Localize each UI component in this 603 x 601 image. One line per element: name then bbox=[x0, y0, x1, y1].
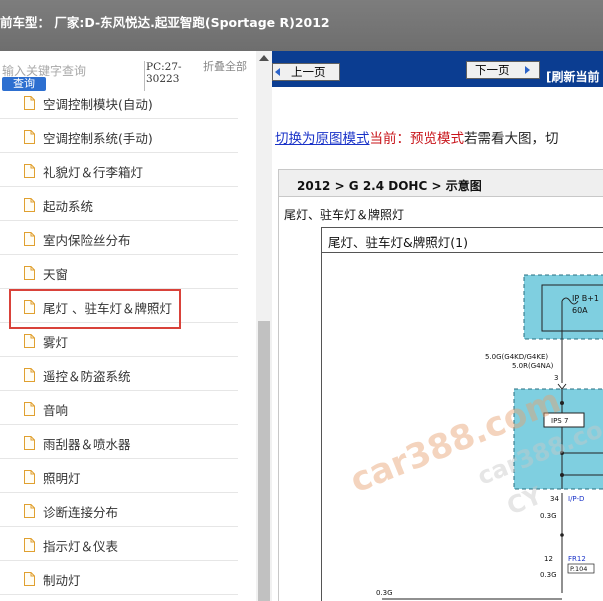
document-icon bbox=[24, 401, 35, 416]
sidebar-item-label: 遥控＆防盗系统 bbox=[43, 369, 131, 384]
document-icon bbox=[24, 129, 35, 144]
document-icon bbox=[24, 163, 35, 178]
sidebar-item[interactable]: 雨刮器＆喷水器 bbox=[0, 425, 238, 459]
wire-label-4: 0.3G bbox=[540, 571, 557, 579]
content-pane: 上一页 下一页 [刷新当前 切换为原图模式当前：预览模式若需看大图，切 2012… bbox=[272, 51, 603, 601]
document-icon bbox=[24, 571, 35, 586]
sidebar-item[interactable]: 起动系统 bbox=[0, 187, 238, 221]
sidebar-item[interactable]: 遥控＆防盗系统 bbox=[0, 357, 238, 391]
divider bbox=[144, 61, 145, 91]
document-icon bbox=[24, 537, 35, 552]
sidebar-item-label: 天窗 bbox=[43, 267, 69, 282]
document-frame: 2012 > G 2.4 DOHC > 示意图 尾灯、驻车灯＆牌照灯 尾灯、驻车… bbox=[278, 169, 603, 601]
breadcrumb: 2012 > G 2.4 DOHC > 示意图 bbox=[279, 170, 603, 197]
sidebar-item[interactable]: 空调控制模块(自动) bbox=[0, 93, 238, 119]
page-nav-bar: 上一页 下一页 [刷新当前 bbox=[272, 51, 603, 87]
sidebar-item-label: 室内保险丝分布 bbox=[43, 233, 131, 248]
sidebar-item-label: 起动系统 bbox=[43, 199, 94, 214]
selected-item-highlight bbox=[9, 289, 181, 329]
arrow-right-icon bbox=[525, 66, 530, 74]
sidebar-item[interactable]: 天窗 bbox=[0, 255, 238, 289]
sidebar-item[interactable]: 礼貌灯＆行李箱灯 bbox=[0, 153, 238, 187]
sidebar-item-label: 诊断连接分布 bbox=[43, 505, 119, 520]
wire-label-1: 5.0G(G4KD/G4KE) bbox=[485, 353, 548, 361]
diagram-title: 尾灯、驻车灯&牌照灯(1) bbox=[328, 235, 468, 250]
pin-3: 3 bbox=[554, 374, 558, 382]
sidebar-list: 空调控制模块(自动) 空调控制系统(手动) 礼貌灯＆行李箱灯 起动系统室内保险丝分布天… bbox=[0, 93, 256, 601]
title-bar: 前车型： 厂家:D-东风悦达.起亚智跑(Sportage R)2012 bbox=[0, 0, 603, 51]
diagram-header: 尾灯、驻车灯&牌照灯(1) bbox=[322, 228, 603, 253]
current-mode-text: 当前：预览模式 bbox=[369, 131, 465, 147]
document-icon bbox=[24, 197, 35, 212]
sidebar-item-label: 指示灯＆仪表 bbox=[43, 539, 119, 554]
fuse-rating: 60A bbox=[572, 306, 588, 315]
document-icon bbox=[24, 95, 35, 110]
sidebar-item-label: 雾灯 bbox=[43, 335, 69, 350]
prev-page-button[interactable]: 上一页 bbox=[272, 63, 340, 81]
divider bbox=[0, 594, 238, 595]
connector-ipd: I/P-D bbox=[568, 495, 584, 503]
sidebar-item-label: 空调控制系统(手动) bbox=[43, 131, 153, 146]
sidebar-item[interactable]: 诊断连接分布 bbox=[0, 493, 238, 527]
query-button[interactable]: 查询 bbox=[2, 77, 46, 91]
document-icon bbox=[24, 231, 35, 246]
junction-dot bbox=[560, 533, 564, 537]
next-page-button[interactable]: 下一页 bbox=[466, 61, 540, 79]
pin-34: 34 bbox=[550, 495, 559, 503]
wire-label-5: 0.3G bbox=[376, 589, 393, 597]
document-icon bbox=[24, 333, 35, 348]
mode-line: 切换为原图模式当前：预览模式若需看大图，切 bbox=[275, 127, 559, 147]
mode-hint: 若需看大图，切 bbox=[464, 131, 559, 147]
document-icon bbox=[24, 265, 35, 280]
wire-label-2: 5.0R(G4NA) bbox=[512, 362, 554, 370]
refresh-link[interactable]: [刷新当前 bbox=[546, 68, 600, 85]
switch-original-mode-link[interactable]: 切换为原图模式 bbox=[275, 131, 370, 147]
document-icon bbox=[24, 367, 35, 382]
sidebar-item-label: 照明灯 bbox=[43, 471, 81, 486]
sidebar-item[interactable]: 音响 bbox=[0, 391, 238, 425]
pin-12: 12 bbox=[544, 555, 553, 563]
sidebar-item-label: 空调控制模块(自动) bbox=[43, 97, 153, 112]
connector-fr12: FR12 bbox=[568, 555, 586, 563]
sidebar-item[interactable]: 照明灯 bbox=[0, 459, 238, 493]
sidebar-item[interactable]: 室内保险丝分布 bbox=[0, 221, 238, 255]
breadcrumb-text: 2012 > G 2.4 DOHC > 示意图 bbox=[297, 179, 482, 193]
document-icon bbox=[24, 435, 35, 450]
wire-label-3: 0.3G bbox=[540, 512, 557, 520]
sidebar-item-label: 音响 bbox=[43, 403, 69, 418]
sidebar-item-label: 制动灯 bbox=[43, 573, 81, 588]
sidebar-item[interactable]: 空调控制系统(手动) bbox=[0, 119, 238, 153]
sidebar-item-label: 雨刮器＆喷水器 bbox=[43, 437, 131, 452]
vehicle-title: 前车型： 厂家:D-东风悦达.起亚智跑(Sportage R)2012 bbox=[0, 15, 330, 30]
scrollbar-thumb[interactable] bbox=[258, 321, 270, 601]
sidebar-item-label: 礼貌灯＆行李箱灯 bbox=[43, 165, 144, 180]
pc-code: PC:27-30223 bbox=[146, 61, 182, 85]
sidebar-item[interactable]: 指示灯＆仪表 bbox=[0, 527, 238, 561]
document-icon bbox=[24, 503, 35, 518]
page-ref: P.104 bbox=[570, 565, 587, 573]
sidebar-scrollbar[interactable] bbox=[256, 51, 272, 601]
scroll-up-arrow-icon[interactable] bbox=[259, 55, 269, 61]
document-icon bbox=[24, 469, 35, 484]
sidebar-item[interactable]: 制动灯 bbox=[0, 561, 238, 595]
sidebar: 查询 PC:27-30223 折叠全部 空调控制模块(自动) 空调控制系统(手动)… bbox=[0, 51, 272, 601]
arrow-left-icon bbox=[275, 68, 280, 76]
section-title: 尾灯、驻车灯＆牌照灯 bbox=[284, 208, 405, 222]
connector-arrow-icon bbox=[557, 383, 567, 390]
collapse-all-link[interactable]: 折叠全部 bbox=[203, 61, 247, 73]
fuse-label: IP B+1 bbox=[572, 294, 599, 303]
